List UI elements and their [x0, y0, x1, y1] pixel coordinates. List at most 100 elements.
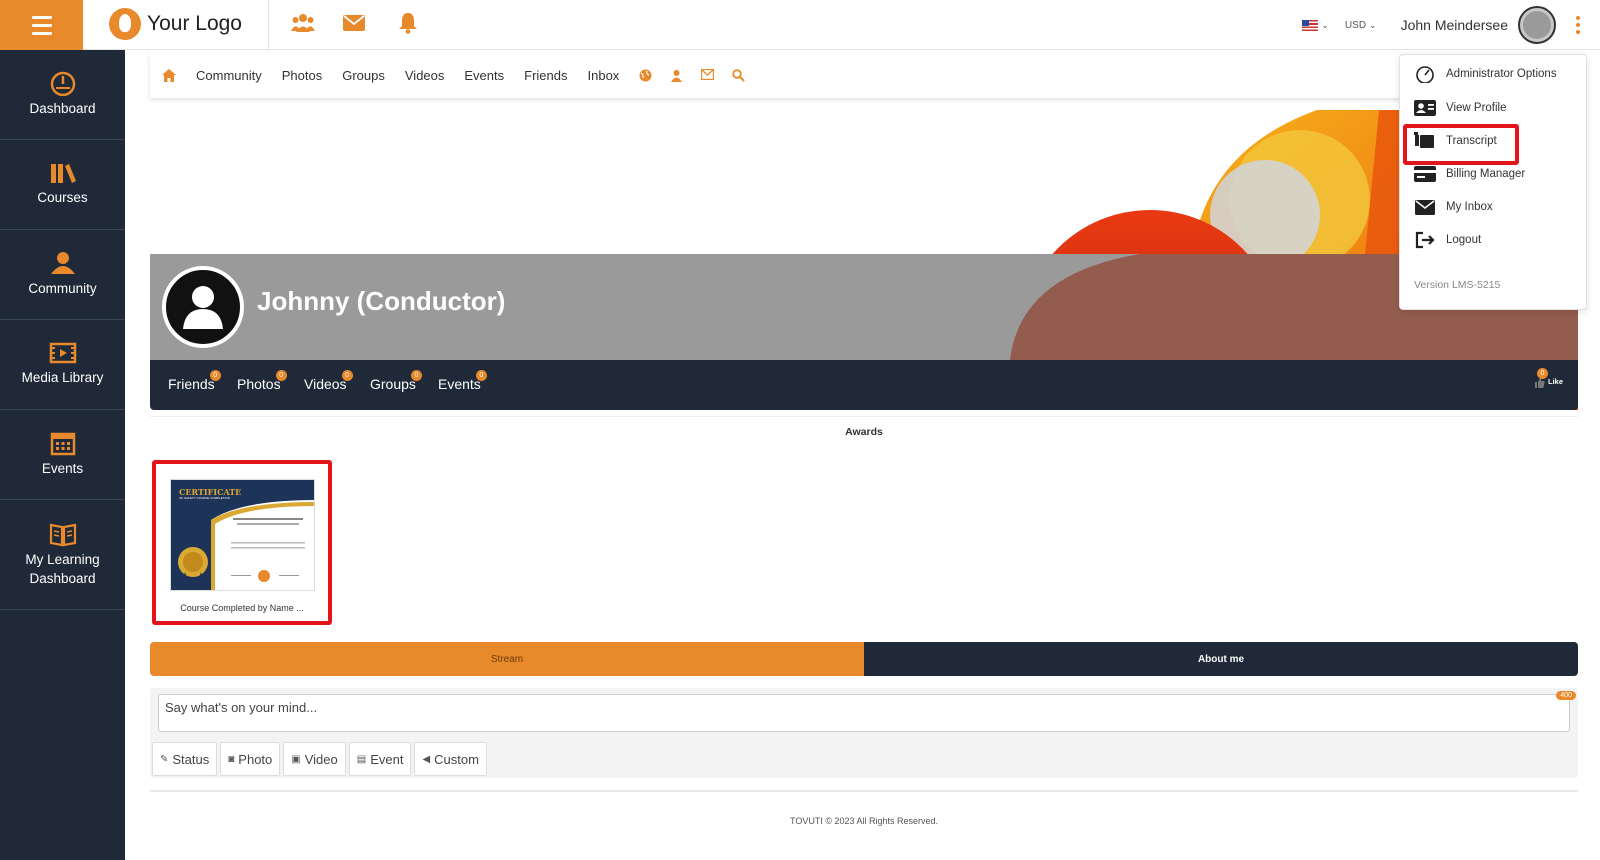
- logo-text: Your Logo: [147, 12, 242, 35]
- nav-link-photos[interactable]: Photos: [282, 68, 322, 83]
- logo-mark-icon: [109, 8, 141, 40]
- user-avatar[interactable]: [1518, 6, 1556, 44]
- people-icon[interactable]: [291, 12, 315, 34]
- button-label: Event: [370, 751, 404, 767]
- open-book-icon: [49, 523, 76, 546]
- profile-name: Johnny (Conductor): [257, 286, 506, 316]
- megaphone-icon: ◀: [422, 753, 431, 765]
- tab-videos[interactable]: Videos 0: [304, 370, 353, 392]
- like-label: Like: [1548, 377, 1564, 386]
- camera-icon: ◙: [228, 753, 235, 765]
- sidebar-item-courses[interactable]: Courses: [0, 140, 125, 230]
- award-card[interactable]: CERTIFICATE OF SAFETY COURSE COMPLETION …: [152, 460, 332, 625]
- user-icon[interactable]: [670, 69, 683, 82]
- sidebar-item-label: Courses: [37, 190, 88, 206]
- speedometer-icon: [50, 71, 75, 97]
- custom-button[interactable]: ◀ Custom: [414, 742, 487, 776]
- thumbs-up-icon: 0: [1535, 368, 1548, 388]
- sidebar-item-events[interactable]: Events: [0, 410, 125, 500]
- nav-link-groups[interactable]: Groups: [342, 68, 385, 83]
- mail-icon[interactable]: [701, 68, 715, 80]
- menu-item-my-inbox[interactable]: My Inbox: [1414, 198, 1493, 216]
- certificate-thumbnail[interactable]: CERTIFICATE OF SAFETY COURSE COMPLETION: [170, 479, 315, 591]
- menu-toggle-button[interactable]: [0, 0, 83, 50]
- mail-icon[interactable]: [343, 15, 365, 31]
- menu-item-label: Billing Manager: [1446, 168, 1526, 180]
- menu-item-administrator-options[interactable]: Administrator Options: [1414, 65, 1557, 83]
- calendar-icon: [50, 432, 75, 456]
- nav-link-events[interactable]: Events: [464, 68, 504, 83]
- books-icon: [50, 164, 76, 184]
- sidebar-item-media-library[interactable]: Media Library: [0, 320, 125, 410]
- hamburger-line: [31, 23, 52, 27]
- sidebar-item-dashboard[interactable]: Dashboard: [0, 50, 125, 140]
- menu-item-label: View Profile: [1446, 102, 1507, 114]
- award-caption: Course Completed by Name ...: [180, 603, 304, 613]
- user-silhouette-icon: [183, 286, 223, 329]
- tab-about-me[interactable]: About me: [864, 642, 1578, 676]
- sidebar-item-label: Community: [28, 281, 97, 297]
- profile-avatar[interactable]: [162, 266, 244, 348]
- photo-button[interactable]: ◙ Photo: [220, 742, 281, 776]
- currency-select[interactable]: USD ⌄: [1329, 20, 1377, 31]
- nav-link-friends[interactable]: Friends: [524, 68, 567, 83]
- awards-title: Awards: [845, 426, 883, 438]
- tab-label: Friends: [168, 376, 215, 392]
- nav-link-community[interactable]: Community: [196, 68, 262, 83]
- sidebar-item-label: Events: [41, 461, 84, 477]
- globe-icon[interactable]: [639, 69, 652, 82]
- logo[interactable]: Your Logo: [109, 8, 242, 40]
- tab-groups[interactable]: Groups 0: [370, 370, 422, 392]
- menu-item-logout[interactable]: Logout: [1414, 231, 1481, 249]
- button-label: Photo: [238, 751, 273, 767]
- tab-label: Photos: [237, 376, 281, 392]
- bell-icon[interactable]: [398, 12, 418, 34]
- tab-label: Groups: [370, 376, 416, 392]
- mail-icon: [1415, 199, 1435, 215]
- calendar-icon: ▤: [356, 753, 367, 765]
- sidebar-item-label: My Learning Dashboard: [25, 551, 100, 586]
- tab-stream[interactable]: Stream: [150, 642, 864, 676]
- post-composer: Say what's on your mind... 400 ✎ Status ◙…: [150, 688, 1578, 778]
- sidebar-item-label: Media Library: [21, 370, 104, 386]
- tab-label: Videos: [304, 376, 347, 392]
- community-icon: [50, 252, 75, 275]
- sidebar-item-my-learning-dashboard[interactable]: My Learning Dashboard: [0, 500, 125, 610]
- pencil-icon: ✎: [160, 753, 169, 765]
- status-button[interactable]: ✎ Status: [152, 742, 218, 776]
- chevron-down-icon: ⌄: [1369, 19, 1377, 30]
- chevron-down-icon: ⌄: [1321, 19, 1329, 30]
- search-icon[interactable]: [732, 68, 746, 82]
- tab-label: Events: [438, 376, 481, 392]
- home-icon[interactable]: [162, 68, 176, 82]
- menu-item-billing-manager[interactable]: Billing Manager: [1414, 165, 1525, 183]
- video-button[interactable]: ▣ Video: [283, 742, 346, 776]
- language-select[interactable]: ⌄: [1302, 19, 1329, 31]
- top-bar: Your Logo ⌄ USD ⌄ John Meindersee: [0, 0, 1600, 50]
- tab-photos[interactable]: Photos 0: [237, 370, 287, 392]
- tab-friends[interactable]: Friends 0: [168, 370, 221, 392]
- like-button[interactable]: 0 Like: [1535, 368, 1564, 388]
- sidebar-item-community[interactable]: Community: [0, 230, 125, 320]
- divider: [150, 416, 1578, 417]
- count-badge: 0: [209, 370, 221, 381]
- nav-link-inbox[interactable]: Inbox: [588, 68, 620, 83]
- film-icon: [49, 342, 76, 364]
- divider: [150, 790, 1578, 792]
- hamburger-line: [31, 15, 52, 19]
- community-nav: Community Photos Groups Videos Events Fr…: [150, 52, 1400, 98]
- more-options-icon[interactable]: [1568, 16, 1588, 34]
- logout-icon: [1415, 231, 1435, 249]
- tab-events[interactable]: Events 0: [438, 370, 487, 392]
- like-count-badge: 0: [1537, 368, 1548, 379]
- user-name[interactable]: John Meindersee: [1401, 17, 1508, 33]
- nav-link-videos[interactable]: Videos: [405, 68, 445, 83]
- post-input[interactable]: Say what's on your mind...: [158, 694, 1570, 732]
- sidebar-item-label: Dashboard: [29, 101, 96, 117]
- currency-label: USD: [1344, 19, 1367, 31]
- menu-item-view-profile[interactable]: View Profile: [1414, 99, 1507, 117]
- avatar-placeholder-icon: [1523, 11, 1551, 39]
- credit-card-icon: [1414, 166, 1436, 182]
- event-button[interactable]: ▤ Event: [348, 742, 412, 776]
- menu-item-label: Logout: [1446, 234, 1482, 246]
